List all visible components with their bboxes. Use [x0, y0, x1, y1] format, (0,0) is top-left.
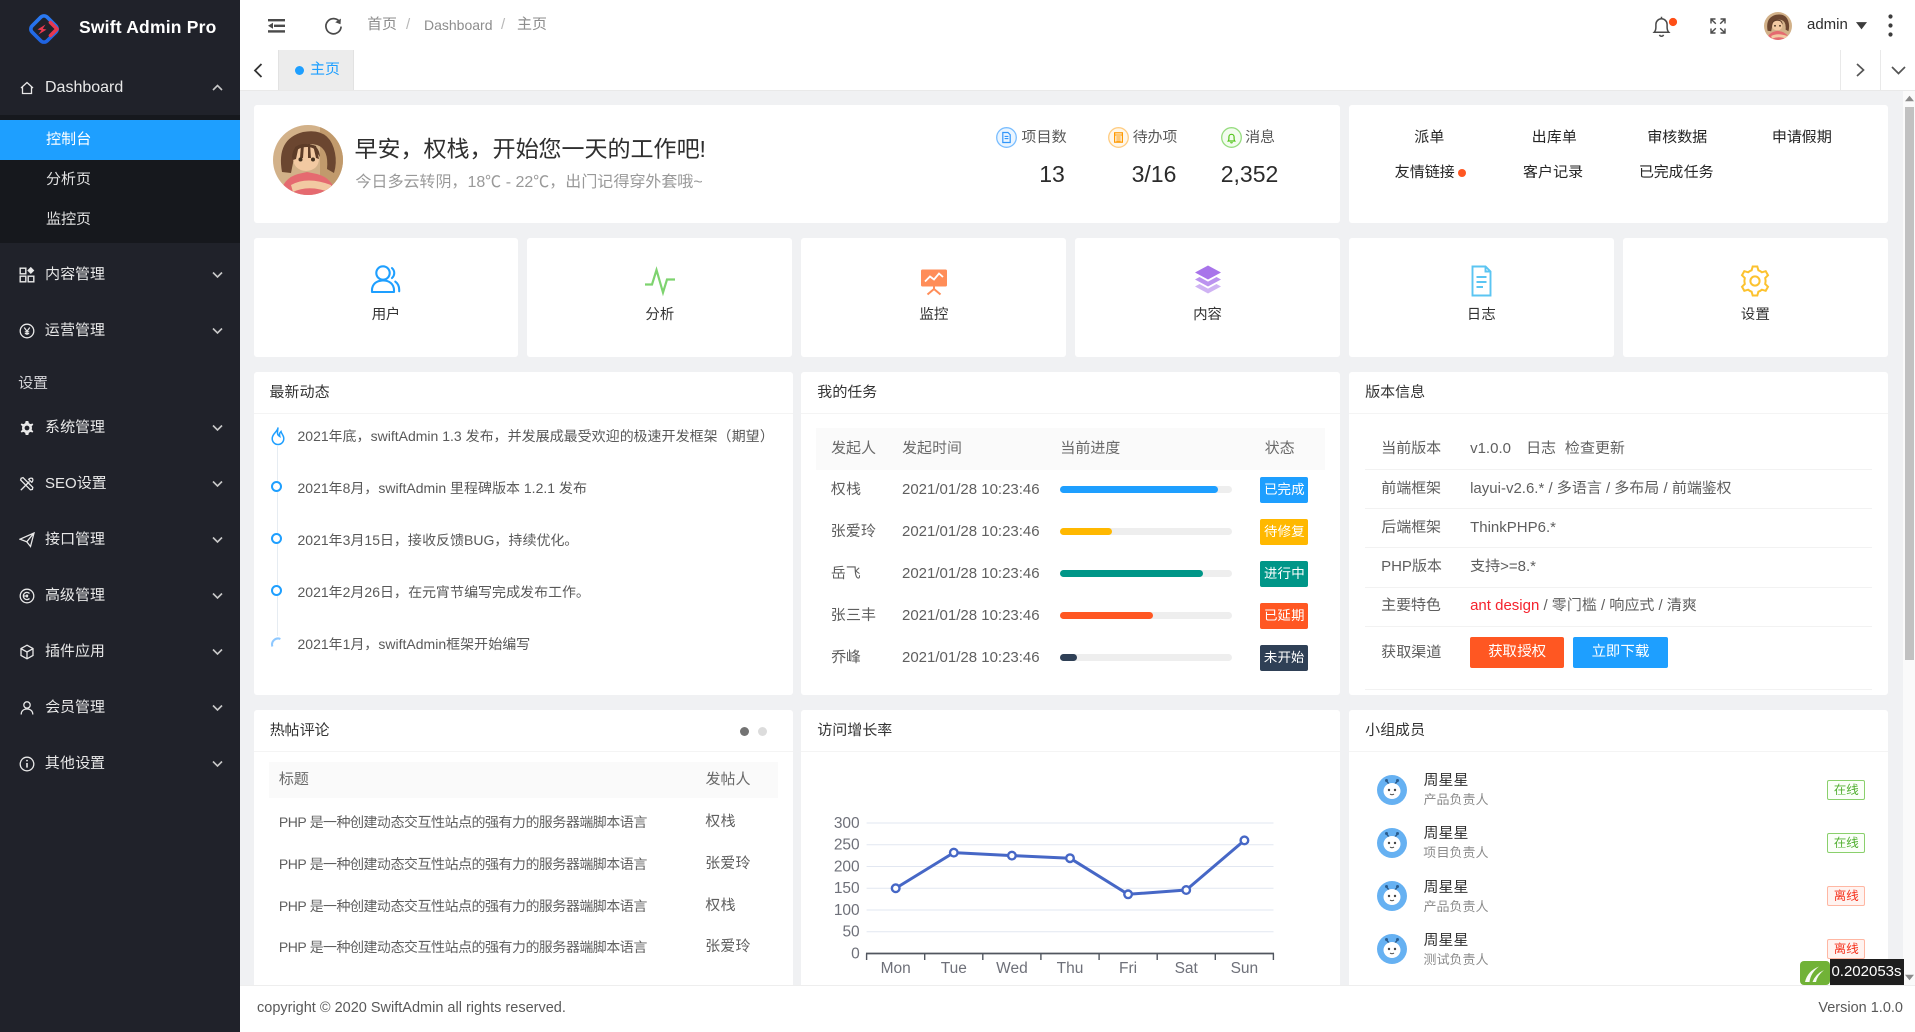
svg-text:100: 100 — [834, 902, 860, 919]
svg-text:Fri: Fri — [1119, 960, 1137, 977]
svg-text:200: 200 — [834, 858, 860, 875]
svg-text:50: 50 — [843, 923, 861, 940]
svg-text:0: 0 — [851, 945, 860, 962]
svg-text:Wed: Wed — [996, 960, 1028, 977]
svg-text:300: 300 — [834, 815, 860, 832]
svg-text:Mon: Mon — [881, 960, 911, 977]
svg-text:Sat: Sat — [1175, 960, 1199, 977]
svg-text:Thu: Thu — [1057, 960, 1084, 977]
svg-text:150: 150 — [834, 880, 860, 897]
svg-text:Tue: Tue — [941, 960, 967, 977]
svg-text:250: 250 — [834, 836, 860, 853]
svg-text:Sun: Sun — [1231, 960, 1259, 977]
